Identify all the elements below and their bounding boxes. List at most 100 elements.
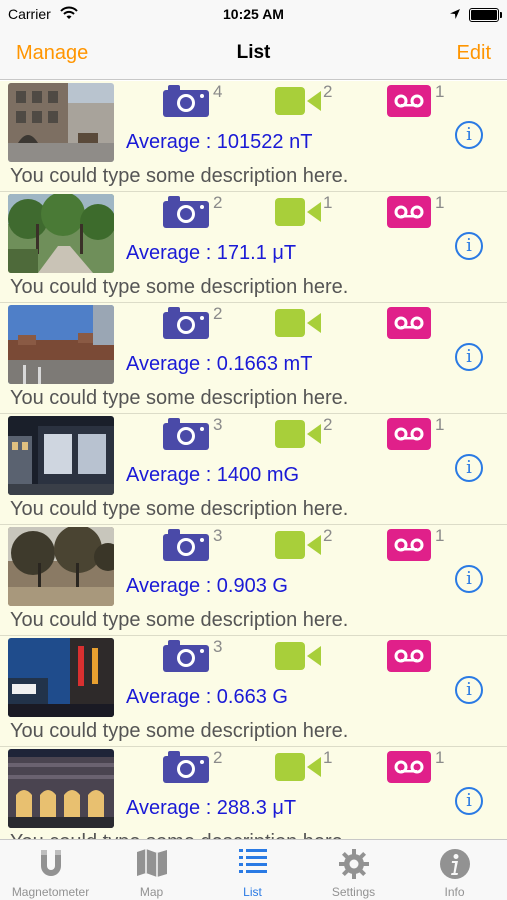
- voicemail-icon: [387, 418, 431, 450]
- description-text: You could type some description here.: [10, 609, 349, 631]
- description-text: You could type some description here.: [10, 498, 349, 520]
- thumbnail-image: [8, 194, 114, 273]
- voicemail-icon: [387, 751, 431, 783]
- average-value: Average : 0.663 G: [126, 686, 288, 708]
- list-item[interactable]: 3 Average : 0.663 G i You could type som…: [0, 636, 507, 747]
- measurement-list[interactable]: 4 2 1 Average : 101522 nT i You could ty…: [0, 81, 507, 839]
- status-bar: Carrier 10:25 AM: [0, 0, 507, 30]
- audio-count-label: 1: [435, 526, 445, 545]
- tab-label: List: [243, 885, 262, 899]
- tab-magnetometer[interactable]: Magnetometer: [0, 840, 101, 900]
- detail-info-button[interactable]: i: [455, 232, 483, 260]
- clock: 10:25 AM: [223, 6, 284, 22]
- manage-button[interactable]: Manage: [16, 42, 88, 65]
- detail-info-button[interactable]: i: [455, 343, 483, 371]
- photo-count: 4: [163, 82, 222, 122]
- list-item[interactable]: 2 Average : 0.1663 mT i You could type s…: [0, 303, 507, 414]
- tab-map[interactable]: Map: [101, 840, 202, 900]
- video-camera-icon: [275, 420, 321, 448]
- description-text: You could type some description here.: [10, 720, 349, 742]
- description-text: You could type some description here.: [10, 387, 349, 409]
- video-count-label: 1: [323, 748, 333, 767]
- tab-label: Magnetometer: [11, 885, 90, 899]
- average-value: Average : 1400 mG: [126, 464, 300, 486]
- battery-icon: [469, 8, 502, 22]
- thumbnail-image: [8, 416, 114, 495]
- camera-icon: [163, 418, 209, 450]
- video-count: 1: [275, 193, 332, 233]
- voicemail-icon: [387, 85, 431, 117]
- thumbnail-image: [8, 83, 114, 162]
- tab-list[interactable]: List: [202, 840, 303, 900]
- average-value: Average : 171.1 μT: [126, 242, 297, 264]
- video-camera-icon: [275, 642, 321, 670]
- tab-settings[interactable]: Settings: [303, 840, 404, 900]
- navigation-bar: Manage List Edit: [0, 30, 507, 80]
- average-value: Average : 0.903 G: [126, 575, 288, 597]
- audio-count: 1: [387, 193, 444, 233]
- thumbnail-image: [8, 749, 114, 828]
- tab-info[interactable]: Info: [404, 840, 505, 900]
- description-text: You could type some description here.: [10, 276, 349, 298]
- video-count: 2: [275, 82, 332, 122]
- video-count-label: 1: [323, 193, 333, 212]
- video-count: [275, 640, 321, 677]
- photo-count: 3: [163, 415, 222, 455]
- audio-count-label: 1: [435, 193, 445, 212]
- voicemail-icon: [387, 529, 431, 561]
- camera-icon: [163, 196, 209, 228]
- photo-count-label: 3: [213, 415, 223, 434]
- thumbnail-image: [8, 305, 114, 384]
- voicemail-icon: [387, 640, 431, 672]
- info-icon: [404, 848, 505, 880]
- magnet-icon: [0, 848, 101, 880]
- map-icon: [101, 848, 202, 880]
- photo-count: 3: [163, 526, 222, 566]
- video-count-label: 2: [323, 82, 333, 101]
- detail-info-button[interactable]: i: [455, 454, 483, 482]
- video-count: [275, 307, 321, 344]
- video-camera-icon: [275, 753, 321, 781]
- list-icon: [202, 848, 303, 880]
- audio-count: 1: [387, 82, 444, 122]
- average-value: Average : 0.1663 mT: [126, 353, 313, 375]
- photo-count-label: 3: [213, 637, 223, 656]
- list-item[interactable]: 2 1 1 Average : 288.3 μT i You could typ…: [0, 747, 507, 839]
- list-item[interactable]: 4 2 1 Average : 101522 nT i You could ty…: [0, 81, 507, 192]
- photo-count-label: 4: [213, 82, 223, 101]
- detail-info-button[interactable]: i: [455, 121, 483, 149]
- photo-count: 2: [163, 304, 222, 344]
- audio-count: 1: [387, 526, 444, 566]
- video-camera-icon: [275, 309, 321, 337]
- video-count-label: 2: [323, 526, 333, 545]
- camera-icon: [163, 85, 209, 117]
- gear-icon: [303, 848, 404, 880]
- photo-count: 3: [163, 637, 222, 677]
- detail-info-button[interactable]: i: [455, 676, 483, 704]
- audio-count: [387, 307, 431, 344]
- tab-label: Info: [444, 885, 465, 899]
- average-value: Average : 101522 nT: [126, 131, 313, 153]
- audio-count-label: 1: [435, 415, 445, 434]
- location-arrow-icon: [449, 7, 461, 25]
- list-item[interactable]: 3 2 1 Average : 1400 mG i You could type…: [0, 414, 507, 525]
- video-count-label: 2: [323, 415, 333, 434]
- edit-button[interactable]: Edit: [457, 42, 491, 65]
- list-item[interactable]: 2 1 1 Average : 171.1 μT i You could typ…: [0, 192, 507, 303]
- photo-count: 2: [163, 748, 222, 788]
- tab-label: Map: [139, 885, 164, 899]
- video-camera-icon: [275, 531, 321, 559]
- photo-count-label: 2: [213, 748, 223, 767]
- audio-count: [387, 640, 431, 677]
- photo-count-label: 2: [213, 193, 223, 212]
- detail-info-button[interactable]: i: [455, 565, 483, 593]
- audio-count-label: 1: [435, 748, 445, 767]
- audio-count: 1: [387, 748, 444, 788]
- detail-info-button[interactable]: i: [455, 787, 483, 815]
- tab-label: Settings: [331, 885, 376, 899]
- voicemail-icon: [387, 307, 431, 339]
- list-item[interactable]: 3 2 1 Average : 0.903 G i You could type…: [0, 525, 507, 636]
- thumbnail-image: [8, 638, 114, 717]
- video-count: 1: [275, 748, 332, 788]
- camera-icon: [163, 640, 209, 672]
